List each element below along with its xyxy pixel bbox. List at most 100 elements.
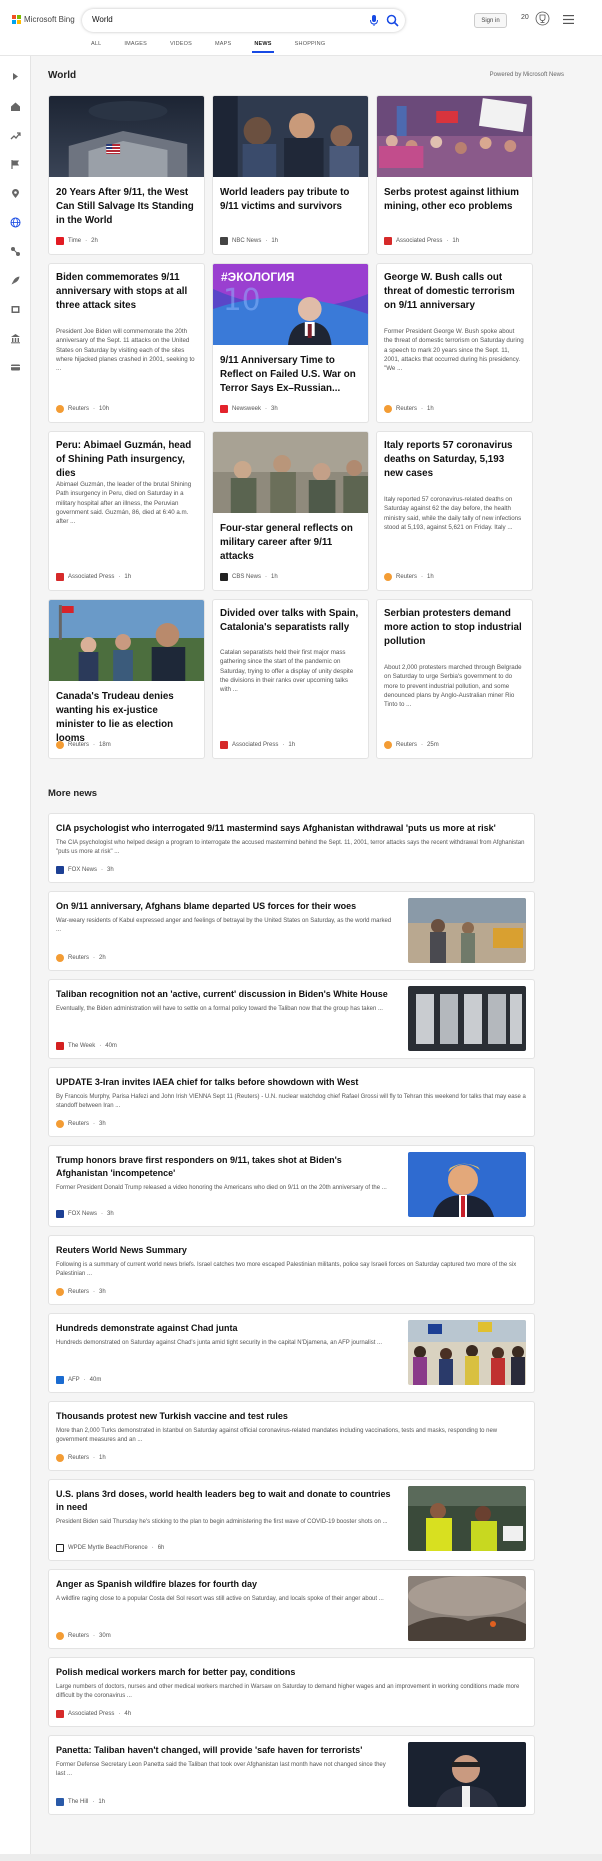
more-news-item[interactable]: Trump honors brave first responders on 9…: [48, 1145, 535, 1227]
source-name: Time: [68, 238, 82, 244]
source-age: 3h: [99, 1121, 106, 1127]
item-description: By Francois Murphy, Parisa Hafezi and Jo…: [56, 1094, 526, 1109]
fox-news-logo-icon: [56, 1210, 64, 1218]
card-source: Associated Press · 1h: [56, 573, 131, 581]
card-image-soldiers: [213, 432, 368, 513]
item-title[interactable]: Anger as Spanish wildfire blazes for fou…: [56, 1578, 394, 1591]
search-icon[interactable]: [386, 14, 399, 27]
card-title[interactable]: 9/11 Anniversary Time to Reflect on Fail…: [220, 354, 361, 396]
card-title[interactable]: World leaders pay tribute to 9/11 victim…: [220, 186, 361, 214]
source-age: 1h: [271, 574, 278, 580]
item-title[interactable]: Reuters World News Summary: [56, 1244, 526, 1257]
card-source: Reuters · 18m: [56, 741, 111, 749]
item-title[interactable]: Polish medical workers march for better …: [56, 1666, 526, 1679]
card-image-medvedev: 10 #ЭКОЛОГИЯ: [213, 264, 368, 345]
news-card[interactable]: Serbian protesters demand more action to…: [376, 599, 533, 759]
item-title[interactable]: UPDATE 3-Iran invites IAEA chief for tal…: [56, 1076, 526, 1089]
us-news-flag-icon[interactable]: [10, 157, 21, 169]
home-icon[interactable]: [10, 99, 21, 111]
item-title[interactable]: U.S. plans 3rd doses, world health leade…: [56, 1488, 394, 1514]
card-title[interactable]: Serbian protesters demand more action to…: [384, 607, 525, 649]
card-title[interactable]: Biden commemorates 9/11 anniversary with…: [56, 271, 197, 313]
more-news-item[interactable]: Polish medical workers march for better …: [48, 1657, 535, 1727]
tab-maps[interactable]: MAPS: [215, 41, 231, 47]
item-title[interactable]: On 9/11 anniversary, Afghans blame depar…: [56, 900, 394, 913]
news-card[interactable]: World leaders pay tribute to 9/11 victim…: [212, 95, 369, 255]
card-description: President Joe Biden will commemorate the…: [56, 328, 195, 373]
news-card[interactable]: Italy reports 57 coronavirus deaths on S…: [376, 431, 533, 591]
item-title[interactable]: CIA psychologist who interrogated 9/11 m…: [56, 822, 526, 835]
expand-rail-icon[interactable]: [10, 69, 21, 80]
item-source: Associated Press · 4h: [56, 1710, 131, 1718]
bing-logo[interactable]: Microsoft Bing: [12, 15, 75, 24]
card-image-trudeau: [49, 600, 204, 681]
news-card[interactable]: Four-star general reflects on military c…: [212, 431, 369, 591]
card-title[interactable]: Canada's Trudeau denies wanting his ex-j…: [56, 690, 197, 746]
politics-building-icon[interactable]: [10, 331, 21, 344]
item-image-panetta: [408, 1742, 526, 1807]
more-news-item[interactable]: Reuters World News Summary Following is …: [48, 1235, 535, 1305]
item-source: The Hill · 1h: [56, 1798, 105, 1806]
more-news-item[interactable]: CIA psychologist who interrogated 9/11 m…: [48, 813, 535, 883]
tab-news[interactable]: NEWS: [252, 41, 275, 53]
item-source: The Week · 40m: [56, 1042, 117, 1050]
reuters-logo-icon: [56, 1632, 64, 1640]
card-title[interactable]: Serbs protest against lithium mining, ot…: [384, 186, 525, 214]
rewards-trophy-icon[interactable]: [535, 11, 550, 28]
card-title[interactable]: Four-star general reflects on military c…: [220, 522, 361, 564]
card-title[interactable]: Peru: Abimael Guzmán, head of Shining Pa…: [56, 439, 197, 481]
powered-by-label[interactable]: Powered by Microsoft News: [490, 72, 564, 78]
microsoft-logo-icon: [12, 15, 21, 24]
more-news-item[interactable]: Panetta: Taliban haven't changed, will p…: [48, 1735, 535, 1815]
item-title[interactable]: Taliban recognition not an 'active, curr…: [56, 988, 394, 1001]
card-title[interactable]: George W. Bush calls out threat of domes…: [384, 271, 525, 313]
microphone-icon[interactable]: [368, 14, 380, 27]
card-description: Catalan separatists held their first maj…: [220, 649, 354, 694]
item-title[interactable]: Thousands protest new Turkish vaccine an…: [56, 1410, 526, 1423]
tab-shopping[interactable]: SHOPPING: [295, 41, 326, 47]
more-news-item[interactable]: Taliban recognition not an 'active, curr…: [48, 979, 535, 1059]
news-card[interactable]: Divided over talks with Spain, Catalonia…: [212, 599, 369, 759]
item-image-wildfire: [408, 1576, 526, 1641]
more-news-item[interactable]: Anger as Spanish wildfire blazes for fou…: [48, 1569, 535, 1649]
card-title[interactable]: Divided over talks with Spain, Catalonia…: [220, 607, 361, 635]
news-card[interactable]: 20 Years After 9/11, the West Can Still …: [48, 95, 205, 255]
entertainment-film-icon[interactable]: [10, 302, 21, 313]
rewards-count[interactable]: 20: [521, 14, 529, 21]
card-title[interactable]: Italy reports 57 coronavirus deaths on S…: [384, 439, 525, 481]
more-news-item[interactable]: Hundreds demonstrate against Chad junta …: [48, 1313, 535, 1393]
source-name: Reuters: [68, 406, 90, 412]
search-input[interactable]: World: [92, 15, 113, 24]
money-card-icon[interactable]: [10, 360, 21, 371]
sign-in-button[interactable]: Sign in: [474, 13, 507, 28]
card-title[interactable]: 20 Years After 9/11, the West Can Still …: [56, 186, 197, 228]
more-news-item[interactable]: UPDATE 3-Iran invites IAEA chief for tal…: [48, 1067, 535, 1137]
tab-all[interactable]: ALL: [91, 41, 101, 47]
search-box[interactable]: World: [82, 9, 405, 32]
more-news-item[interactable]: U.S. plans 3rd doses, world health leade…: [48, 1479, 535, 1561]
more-news-item[interactable]: Thousands protest new Turkish vaccine an…: [48, 1401, 535, 1471]
item-title[interactable]: Panetta: Taliban haven't changed, will p…: [56, 1744, 394, 1757]
more-news-item[interactable]: On 9/11 anniversary, Afghans blame depar…: [48, 891, 535, 971]
trending-icon[interactable]: [10, 128, 21, 140]
item-title[interactable]: Hundreds demonstrate against Chad junta: [56, 1322, 394, 1335]
hamburger-menu-icon[interactable]: [563, 15, 574, 24]
source-name: Associated Press: [68, 1711, 115, 1717]
news-card[interactable]: George W. Bush calls out threat of domes…: [376, 263, 533, 423]
news-card[interactable]: Canada's Trudeau denies wanting his ex-j…: [48, 599, 205, 759]
tab-videos[interactable]: VIDEOS: [170, 41, 192, 47]
local-pin-icon[interactable]: [10, 186, 21, 198]
item-source: FOX News · 3h: [56, 866, 114, 874]
news-card[interactable]: Serbs protest against lithium mining, ot…: [376, 95, 533, 255]
news-card[interactable]: 10 #ЭКОЛОГИЯ 9/11 Anniversary Time to Re…: [212, 263, 369, 423]
technology-rocket-icon[interactable]: [10, 273, 21, 285]
item-description: President Biden said Thursday he's stick…: [56, 1519, 388, 1525]
news-card[interactable]: Biden commemorates 9/11 anniversary with…: [48, 263, 205, 423]
item-title[interactable]: Trump honors brave first responders on 9…: [56, 1154, 394, 1180]
source-name: FOX News: [68, 1211, 98, 1217]
tab-images[interactable]: IMAGES: [124, 41, 147, 47]
science-icon[interactable]: [10, 244, 21, 256]
news-card[interactable]: Peru: Abimael Guzmán, head of Shining Pa…: [48, 431, 205, 591]
the-week-logo-icon: [56, 1042, 64, 1050]
world-globe-icon[interactable]: [10, 215, 21, 228]
